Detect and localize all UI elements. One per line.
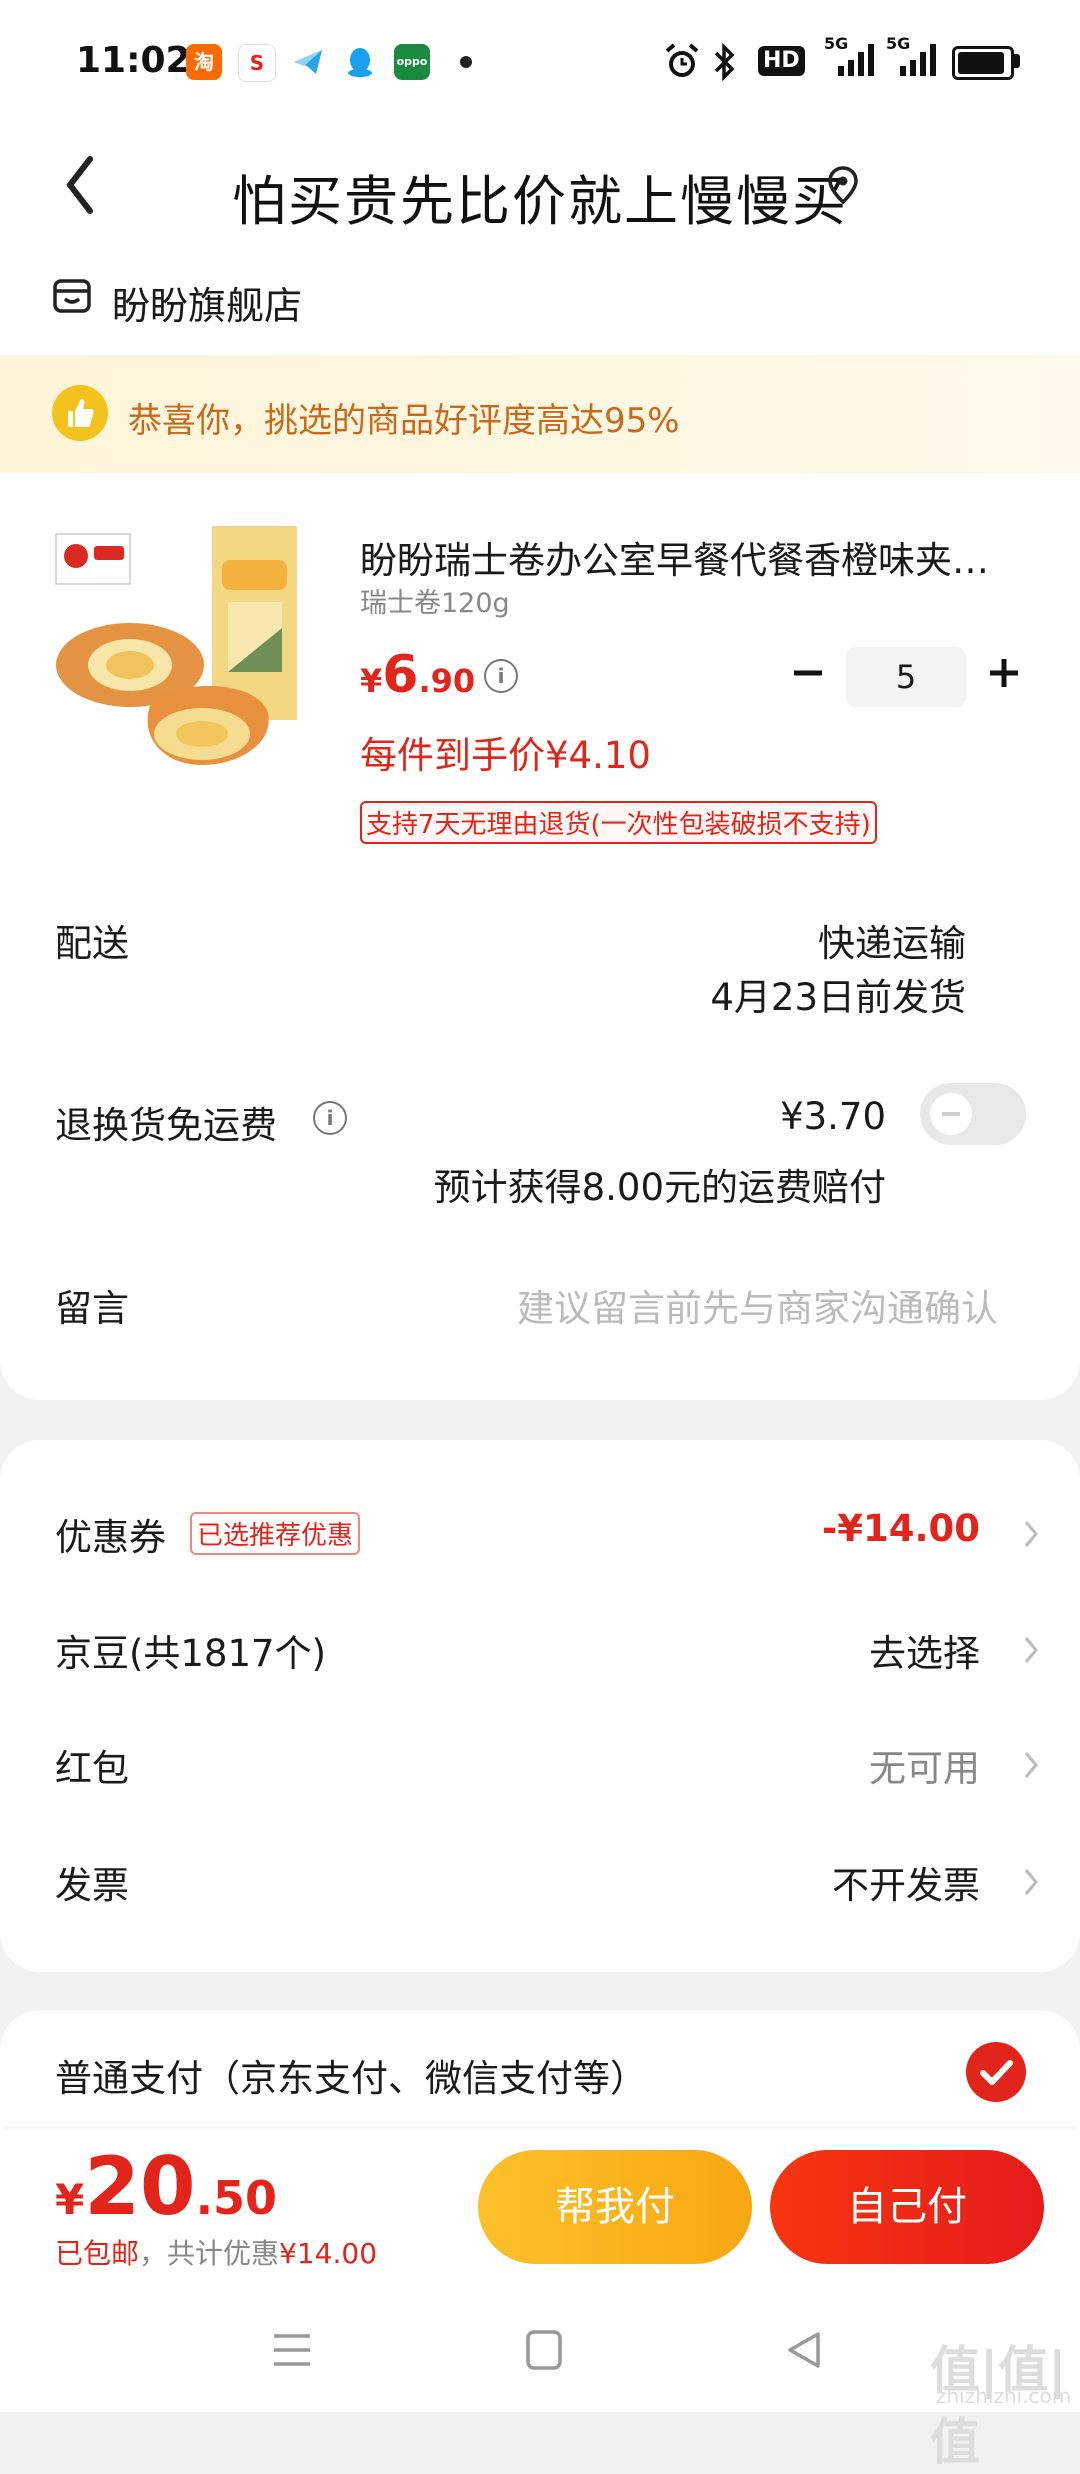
total-decimal: .50 <box>195 2171 278 2225</box>
menu-icon[interactable] <box>270 2330 314 2370</box>
checkout-bar: ¥20.50 已包邮，共计优惠¥14.00 帮我付 自己付 <box>0 2130 1080 2290</box>
redpack-label: 红包 <box>55 1747 129 1790</box>
thumbs-up-icon <box>52 385 108 441</box>
price-info-icon[interactable]: i <box>484 659 518 693</box>
chevron-right-icon[interactable] <box>1022 1866 1040 1898</box>
jingdou-value[interactable]: 去选择 <box>869 1623 980 1677</box>
back-triangle-icon[interactable] <box>784 2328 824 2372</box>
return-insurance-note: 预计获得8.00元的运费赔付 <box>433 1166 886 1209</box>
free-shipping-label: 已包邮 <box>55 2237 140 2270</box>
return-insurance-toggle[interactable] <box>920 1083 1026 1145</box>
return-insurance-info-icon[interactable]: i <box>313 1101 347 1135</box>
product-name[interactable]: 盼盼瑞士卷办公室早餐代餐香橙味夹心蛋糕 <box>360 530 1020 584</box>
payment-card: 普通支付（京东支付、微信支付等） <box>0 2010 1080 2130</box>
delivery-date: 4月23日前发货 <box>710 976 966 1019</box>
discount-card: 优惠券 已选推荐优惠 -¥14.00 京豆(共1817个) 去选择 红包 无可用… <box>0 1440 1080 1972</box>
help-pay-button[interactable]: 帮我付 <box>478 2150 752 2264</box>
rating-banner-text: 恭喜你，挑选的商品好评度高达95% <box>128 401 680 441</box>
saved-value: ¥14.00 <box>279 2237 378 2270</box>
price-integer: 6 <box>382 645 419 705</box>
shop-name: 盼盼旗舰店 <box>112 284 303 328</box>
return-insurance-price: ¥3.70 <box>780 1095 886 1138</box>
price-currency: ¥ <box>360 662 383 700</box>
telegram-icon <box>290 44 326 80</box>
watermark-url: zhizhizhi.com <box>936 2384 1072 2408</box>
quantity-plus-button[interactable] <box>984 653 1024 693</box>
total-currency: ¥ <box>55 2175 85 2224</box>
self-pay-button[interactable]: 自己付 <box>770 2150 1044 2264</box>
alarm-icon <box>665 43 699 77</box>
product-spec: 瑞士卷120g <box>360 588 510 619</box>
rating-banner: 恭喜你，挑选的商品好评度高达95% <box>0 355 1080 473</box>
shipping-summary: 已包邮，共计优惠¥14.00 <box>55 2232 377 2272</box>
redpack-value[interactable]: 无可用 <box>869 1738 980 1792</box>
qq-icon <box>342 44 378 80</box>
notification-dot <box>460 56 472 68</box>
total-price: ¥20.50 <box>55 2140 277 2233</box>
quantity-input[interactable]: 5 <box>846 647 966 707</box>
quantity-minus-button[interactable] <box>788 653 828 693</box>
app-s-icon: S <box>238 44 276 82</box>
return-policy-tag: 支持7天无理由退货(一次性包装破损不支持) <box>360 801 877 844</box>
payment-selected-check-icon[interactable] <box>966 2042 1026 2102</box>
total-integer: 20 <box>84 2140 196 2233</box>
bluetooth-icon <box>714 42 735 82</box>
delivery-label: 配送 <box>55 922 129 965</box>
coupon-tag: 已选推荐优惠 <box>190 1512 361 1555</box>
page-title: 怕买贵先比价就上慢慢买 <box>232 170 848 233</box>
invoice-label: 发票 <box>55 1864 129 1907</box>
message-label: 留言 <box>55 1287 129 1330</box>
product-image[interactable] <box>52 520 314 790</box>
order-card: 盼盼旗舰店 恭喜你，挑选的商品好评度高达95% 盼盼瑞士卷办公室早餐代餐香橙味夹… <box>0 245 1080 1400</box>
product-price: ¥6.90 <box>360 645 475 705</box>
oppo-icon: oppo <box>394 44 430 80</box>
price-decimal: .90 <box>418 662 476 700</box>
store-icon <box>53 279 91 313</box>
message-input[interactable]: 建议留言前先与商家沟通确认 <box>517 1278 998 1332</box>
status-time: 11:02 <box>76 40 191 81</box>
saved-label: 共计优惠 <box>167 2237 280 2270</box>
chevron-right-icon[interactable] <box>1022 1749 1040 1781</box>
toggle-knob <box>930 1093 972 1135</box>
location-pin-icon[interactable] <box>826 165 860 205</box>
jingdou-label: 京豆(共1817个) <box>55 1632 327 1675</box>
chevron-right-icon[interactable] <box>1022 1634 1040 1666</box>
chevron-right-icon[interactable] <box>1022 1518 1040 1550</box>
payment-method-label[interactable]: 普通支付（京东支付、微信支付等） <box>55 2048 647 2102</box>
return-insurance-label: 退换货免运费 <box>55 1104 277 1147</box>
hd-icon: HD <box>758 46 805 76</box>
status-bar: 11:02 淘 S oppo HD 5G 5G <box>0 0 1080 125</box>
battery-tip <box>1014 54 1020 68</box>
home-icon[interactable] <box>524 2328 564 2372</box>
coupon-label: 优惠券 <box>55 1516 166 1559</box>
battery-icon <box>952 46 1014 80</box>
taobao-icon: 淘 <box>186 44 222 80</box>
separator: ， <box>139 2237 168 2270</box>
system-nav-bar <box>0 2290 1080 2412</box>
coupon-value[interactable]: -¥14.00 <box>822 1507 980 1550</box>
invoice-value[interactable]: 不开发票 <box>832 1855 980 1909</box>
delivery-method[interactable]: 快递运输 <box>818 913 966 967</box>
page-header: 怕买贵先比价就上慢慢买 <box>0 125 1080 245</box>
unit-price: 每件到手价¥4.10 <box>360 734 651 777</box>
